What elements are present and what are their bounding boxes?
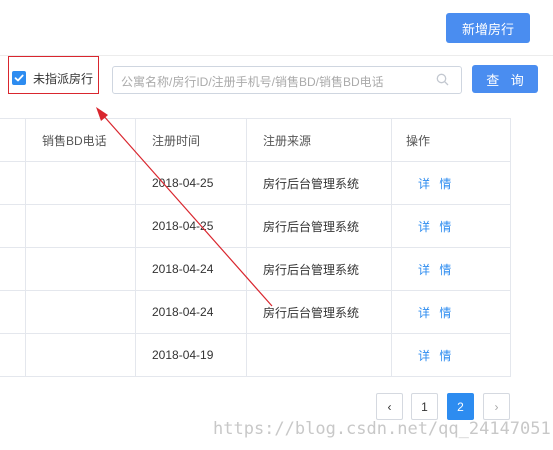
column-header-action: 操作	[391, 119, 510, 161]
register-time-cell: 2018-04-24	[135, 291, 246, 333]
table-row: 2018-04-24 房行后台管理系统 详 情	[0, 291, 510, 334]
table-cell	[0, 248, 25, 290]
query-button[interactable]: 查 询	[472, 65, 538, 93]
source-cell: 房行后台管理系统	[246, 162, 391, 204]
bd-phone-cell	[25, 205, 135, 247]
table-row: 2018-04-19 详 情	[0, 334, 510, 377]
table-row: 2018-04-24 房行后台管理系统 详 情	[0, 248, 510, 291]
bd-phone-cell	[25, 291, 135, 333]
detail-link[interactable]: 详 情	[391, 205, 510, 247]
search-placeholder: 公寓名称/房行ID/注册手机号/销售BD/销售BD电话	[121, 75, 384, 89]
source-cell: 房行后台管理系统	[246, 248, 391, 290]
table-cell	[0, 334, 25, 376]
table-row: 2018-04-25 房行后台管理系统 详 情	[0, 205, 510, 248]
bd-phone-cell	[25, 334, 135, 376]
detail-link[interactable]: 详 情	[391, 291, 510, 333]
column-header	[0, 119, 25, 161]
column-header-bd-phone: 销售BD电话	[25, 119, 135, 161]
register-time-cell: 2018-04-19	[135, 334, 246, 376]
pagination-page-1[interactable]: 1	[411, 393, 438, 420]
unassigned-checkbox[interactable]	[12, 71, 26, 85]
register-time-cell: 2018-04-25	[135, 162, 246, 204]
table-header-row: 销售BD电话 注册时间 注册来源 操作	[0, 119, 510, 162]
agency-table: 销售BD电话 注册时间 注册来源 操作 2018-04-25 房行后台管理系统 …	[0, 118, 511, 377]
pagination-page-2[interactable]: 2	[447, 393, 474, 420]
source-cell	[246, 334, 391, 376]
table-cell	[0, 162, 25, 204]
watermark: https://blog.csdn.net/qq_24147051	[213, 419, 551, 439]
pagination-prev-button[interactable]: ‹	[376, 393, 403, 420]
unassigned-checkbox-label[interactable]: 未指派房行	[33, 70, 93, 87]
source-cell: 房行后台管理系统	[246, 205, 391, 247]
table-cell	[0, 291, 25, 333]
checkmark-icon	[14, 74, 24, 82]
bd-phone-cell	[25, 162, 135, 204]
detail-link[interactable]: 详 情	[391, 334, 510, 376]
detail-link[interactable]: 详 情	[391, 162, 510, 204]
bd-phone-cell	[25, 248, 135, 290]
column-header-register-time: 注册时间	[135, 119, 246, 161]
search-icon[interactable]	[436, 73, 449, 86]
register-time-cell: 2018-04-25	[135, 205, 246, 247]
source-cell: 房行后台管理系统	[246, 291, 391, 333]
pagination-next-button[interactable]: ›	[483, 393, 510, 420]
detail-link[interactable]: 详 情	[391, 248, 510, 290]
search-input[interactable]: 公寓名称/房行ID/注册手机号/销售BD/销售BD电话	[112, 66, 462, 94]
table-row: 2018-04-25 房行后台管理系统 详 情	[0, 162, 510, 205]
add-agency-button[interactable]: 新增房行	[446, 13, 530, 43]
column-header-source: 注册来源	[246, 119, 391, 161]
register-time-cell: 2018-04-24	[135, 248, 246, 290]
table-cell	[0, 205, 25, 247]
